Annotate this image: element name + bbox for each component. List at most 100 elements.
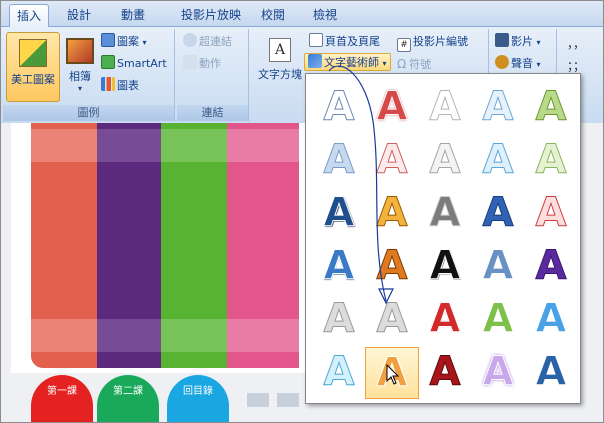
more-ribbon-icon: ，，: [567, 37, 586, 51]
wordart-style-9[interactable]: A: [471, 135, 525, 187]
wordart-style-7[interactable]: A: [365, 135, 419, 187]
tab-insert[interactable]: 插入: [9, 4, 49, 27]
wordart-style-23[interactable]: A: [418, 294, 472, 346]
action-button[interactable]: 動作: [183, 55, 221, 73]
wordart-preview-glyph: A: [429, 190, 461, 237]
wordart-style-12[interactable]: A: [365, 188, 419, 240]
smartart-button[interactable]: SmartArt: [101, 55, 167, 73]
wordart-preview-glyph: A: [323, 84, 355, 131]
movie-icon: [495, 33, 509, 47]
wordart-preview-glyph: A: [323, 137, 355, 184]
wordart-style-10[interactable]: A: [524, 135, 578, 187]
slide-canvas[interactable]: [11, 123, 311, 373]
wordart-style-6[interactable]: A: [312, 135, 366, 187]
slide-number-button[interactable]: # 投影片編號: [397, 33, 468, 52]
wordart-style-8[interactable]: A: [418, 135, 472, 187]
wordart-preview-glyph: A: [376, 190, 408, 237]
wordart-style-28[interactable]: A: [418, 347, 472, 399]
wordart-style-1[interactable]: A: [312, 82, 366, 134]
wordart-style-19[interactable]: A: [471, 241, 525, 293]
omega-icon: Ω: [397, 57, 407, 71]
wordart-style-17[interactable]: A: [365, 241, 419, 293]
tab-view[interactable]: 檢視: [305, 4, 345, 27]
wordart-style-24[interactable]: A: [471, 294, 525, 346]
speaker-icon: [495, 55, 509, 69]
wordart-style-5[interactable]: A: [524, 82, 578, 134]
group-links: 超連結 動作 連結: [177, 29, 249, 121]
chevron-down-icon: ▾: [536, 60, 541, 69]
wordart-style-4[interactable]: A: [471, 82, 525, 134]
textbox-button[interactable]: A 文字方塊: [255, 32, 305, 102]
wordart-style-20[interactable]: A: [524, 241, 578, 293]
tab-review[interactable]: 校閱: [253, 4, 293, 27]
wordart-style-16[interactable]: A: [312, 241, 366, 293]
wordart-preview-glyph: A: [429, 243, 461, 290]
chart-button[interactable]: 圖表: [101, 77, 139, 95]
symbol-button[interactable]: Ω 符號: [397, 55, 431, 73]
wordart-button[interactable]: 文字藝術師 ▾: [304, 53, 391, 71]
star-icon: [183, 55, 197, 69]
wordart-style-3[interactable]: A: [418, 82, 472, 134]
wordart-preview-glyph: A: [323, 349, 355, 396]
photo-album-button[interactable]: 相簿 ▾: [61, 32, 99, 102]
chevron-down-icon: ▾: [142, 38, 147, 47]
stripe-red: [31, 123, 97, 368]
shapes-icon: [101, 33, 115, 47]
wordart-preview-glyph: A: [482, 243, 514, 290]
wordart-style-29[interactable]: A: [471, 347, 525, 399]
movie-button[interactable]: 影片 ▾: [495, 33, 541, 51]
tab-design[interactable]: 設計: [59, 4, 99, 27]
hyperlink-button[interactable]: 超連結: [183, 33, 232, 51]
wordart-style-18[interactable]: A: [418, 241, 472, 293]
wordart-style-22[interactable]: A: [365, 294, 419, 346]
wordart-preview-glyph: A: [535, 190, 567, 237]
tab-animations[interactable]: 動畫: [113, 4, 153, 27]
tab-slideshow[interactable]: 投影片放映: [165, 4, 257, 27]
header-footer-button[interactable]: 頁首及頁尾: [309, 33, 380, 51]
chevron-down-icon: ▾: [536, 38, 541, 47]
wordart-style-15[interactable]: A: [524, 188, 578, 240]
wordart-style-25[interactable]: A: [524, 294, 578, 346]
wordart-preview-glyph: A: [535, 349, 567, 396]
stripe-green: [161, 123, 227, 368]
wordart-preview-glyph: A: [535, 296, 567, 343]
wordart-preview-glyph: A: [482, 137, 514, 184]
wordart-preview-glyph: A: [429, 349, 461, 396]
smartart-icon: [101, 55, 115, 69]
group-illustrations: 美工圖案 相簿 ▾ 圖案 ▾ SmartArt 圖表 圖例: [3, 29, 175, 121]
sound-button[interactable]: 聲音 ▾: [495, 55, 541, 73]
wordart-style-11[interactable]: A: [312, 188, 366, 240]
wordart-preview-glyph: A: [482, 349, 514, 396]
wordart-style-13[interactable]: A: [418, 188, 472, 240]
group-label-links: 連結: [177, 105, 248, 121]
wordart-style-14[interactable]: A: [471, 188, 525, 240]
group-label-illustrations: 圖例: [3, 105, 174, 121]
clipart-button[interactable]: 美工圖案: [6, 32, 60, 102]
wordart-gallery: AAAAAAAAAAAAAAAAAAAAAAAAAAAAAA: [305, 73, 581, 404]
chart-icon: [101, 77, 115, 91]
page-icon: [309, 33, 323, 47]
ribbon-tab-strip: 插入 設計 動畫 投影片放映 校閱 檢視: [1, 1, 603, 27]
stripe-pink: [227, 123, 299, 368]
wordart-style-2[interactable]: A: [365, 82, 419, 134]
wordart-preview-glyph: A: [482, 84, 514, 131]
wordart-preview-glyph: A: [323, 243, 355, 290]
wordart-style-26[interactable]: A: [312, 347, 366, 399]
clipart-icon: [19, 39, 47, 67]
wordart-preview-glyph: A: [535, 137, 567, 184]
shapes-button[interactable]: 圖案 ▾: [101, 33, 147, 51]
wordart-preview-glyph: A: [323, 296, 355, 343]
wordart-preview-glyph: A: [376, 243, 408, 290]
textbox-icon: A: [269, 38, 291, 62]
slide-thumb-square: [247, 393, 269, 407]
wordart-preview-glyph: A: [535, 84, 567, 131]
photo-album-icon: [66, 38, 94, 64]
wordart-preview-glyph: A: [376, 84, 408, 131]
wordart-style-30[interactable]: A: [524, 347, 578, 399]
wordart-preview-glyph: A: [482, 190, 514, 237]
wordart-preview-glyph: A: [429, 296, 461, 343]
wordart-style-21[interactable]: A: [312, 294, 366, 346]
wordart-preview-glyph: A: [323, 190, 355, 237]
hash-icon: #: [397, 38, 411, 52]
wordart-preview-glyph: A: [482, 296, 514, 343]
